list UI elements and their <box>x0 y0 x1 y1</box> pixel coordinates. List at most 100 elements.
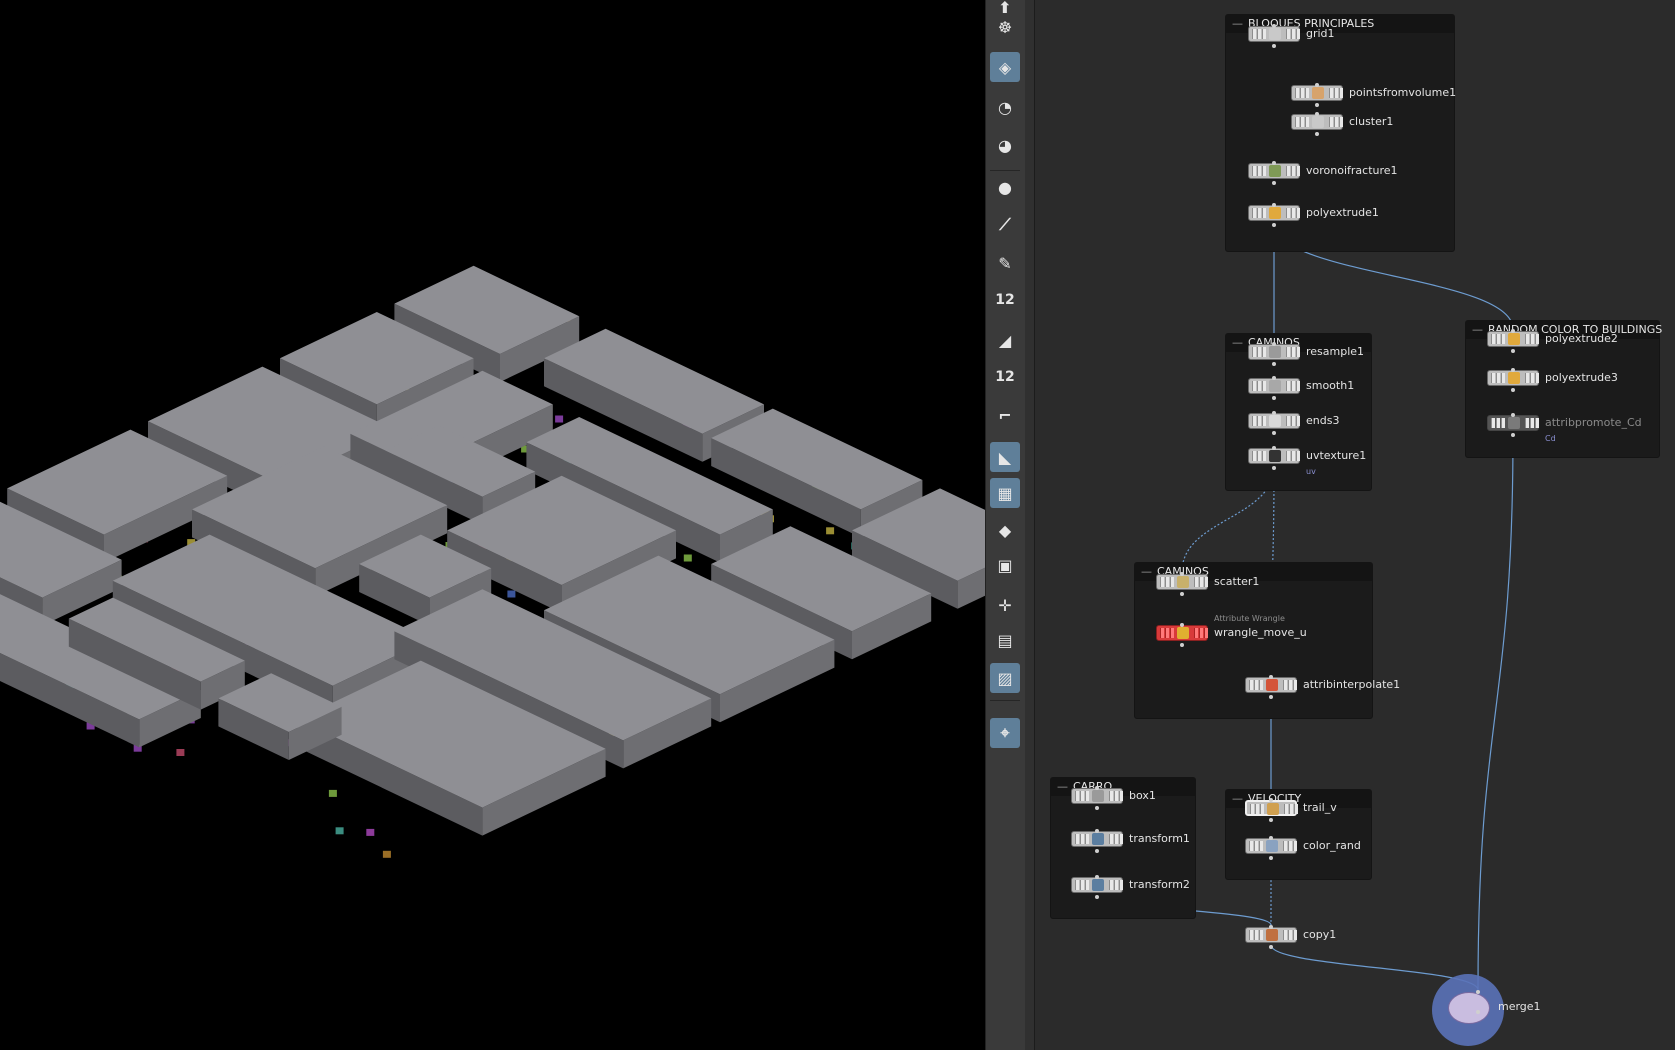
node-label: wrangle_move_u <box>1214 626 1307 639</box>
node-port[interactable] <box>1269 675 1273 679</box>
collapse-icon[interactable]: — <box>1141 565 1152 578</box>
node-port[interactable] <box>1476 1010 1480 1014</box>
prim-numbers-icon[interactable]: 12 <box>990 362 1020 392</box>
node-port[interactable] <box>1272 446 1276 450</box>
node-port[interactable] <box>1272 161 1276 165</box>
node-body <box>1248 448 1300 464</box>
collapse-icon[interactable]: — <box>1057 780 1068 793</box>
collapse-icon[interactable]: — <box>1232 336 1243 349</box>
node-port[interactable] <box>1476 990 1480 994</box>
paint-brush-icon[interactable]: ⟋ <box>990 210 1020 240</box>
node-port[interactable] <box>1269 818 1273 822</box>
node-label: polyextrude2 <box>1545 332 1618 345</box>
node-port[interactable] <box>1315 103 1319 107</box>
point-icon[interactable]: ● <box>990 172 1020 202</box>
curve-tool-icon[interactable]: ⌐ <box>990 400 1020 430</box>
wire-attrpromote-to-merge1[interactable] <box>1477 432 1514 991</box>
node-port[interactable] <box>1269 856 1273 860</box>
node-port[interactable] <box>1272 44 1276 48</box>
node-port[interactable] <box>1511 413 1515 417</box>
node-body <box>1156 574 1208 590</box>
node-port[interactable] <box>1511 349 1515 353</box>
node-port[interactable] <box>1272 396 1276 400</box>
camera-eye-icon[interactable]: ◔ <box>990 92 1020 122</box>
car-instance <box>328 789 337 797</box>
point-numbers-icon[interactable]: 12 <box>990 285 1020 315</box>
edge-tool-icon[interactable]: ◢ <box>990 325 1020 355</box>
node-port[interactable] <box>1180 592 1184 596</box>
node-port[interactable] <box>1272 411 1276 415</box>
collapse-icon[interactable]: — <box>1472 323 1483 336</box>
node-port[interactable] <box>1095 849 1099 853</box>
node-attribute-flag: uv <box>1306 467 1316 476</box>
tool-glyph: ✛ <box>998 595 1012 615</box>
node-port[interactable] <box>1095 786 1099 790</box>
node-port[interactable] <box>1269 945 1273 949</box>
node-port[interactable] <box>1269 836 1273 840</box>
node-port[interactable] <box>1272 431 1276 435</box>
node-label: resample1 <box>1306 345 1365 358</box>
node-port[interactable] <box>1269 925 1273 929</box>
node-port[interactable] <box>1272 362 1276 366</box>
node-type-icon <box>1269 207 1281 219</box>
render-view-icon[interactable]: ◕ <box>990 130 1020 160</box>
node-label: polyextrude3 <box>1545 371 1618 384</box>
pen-tool-icon[interactable]: ✎ <box>990 248 1020 278</box>
node-port[interactable] <box>1272 181 1276 185</box>
node-port[interactable] <box>1272 223 1276 227</box>
node-port[interactable] <box>1095 806 1099 810</box>
node-label: ends3 <box>1306 414 1340 427</box>
checker-view-icon[interactable]: ▦ <box>990 478 1020 508</box>
node-port[interactable] <box>1511 368 1515 372</box>
safe-area-icon[interactable]: ▤ <box>990 625 1020 655</box>
3d-viewport[interactable] <box>0 0 985 1050</box>
node-label: color_rand <box>1303 839 1361 852</box>
car-instance <box>335 827 344 835</box>
node-port[interactable] <box>1272 24 1276 28</box>
ghost-view-icon[interactable]: ◆ <box>990 515 1020 545</box>
node-port[interactable] <box>1272 342 1276 346</box>
node-port[interactable] <box>1315 132 1319 136</box>
merge-node-body <box>1448 992 1490 1024</box>
node-type-icon <box>1177 627 1189 639</box>
node-type-icon <box>1092 879 1104 891</box>
uv-grid-icon[interactable]: ▣ <box>990 550 1020 580</box>
node-port[interactable] <box>1511 433 1515 437</box>
node-body <box>1291 114 1343 130</box>
node-body <box>1245 677 1297 693</box>
node-port[interactable] <box>1095 829 1099 833</box>
node-port[interactable] <box>1269 798 1273 802</box>
node-port[interactable] <box>1180 572 1184 576</box>
node-type-icon <box>1177 576 1189 588</box>
node-port[interactable] <box>1315 83 1319 87</box>
toolbar-separator <box>990 170 1020 171</box>
network-editor[interactable]: —BLOQUES PRINCIPALES —CAMINOS —RANDOM CO… <box>1035 0 1675 1050</box>
snap-tool-icon[interactable]: ✛ <box>990 590 1020 620</box>
node-label: voronoifracture1 <box>1306 164 1398 177</box>
node-label: pointsfromvolume1 <box>1349 86 1457 99</box>
pose-tool-icon[interactable]: ☸ <box>990 12 1020 42</box>
node-body <box>1245 927 1297 943</box>
collapse-icon[interactable]: — <box>1232 17 1243 30</box>
node-port[interactable] <box>1095 895 1099 899</box>
node-port[interactable] <box>1272 203 1276 207</box>
node-port[interactable] <box>1315 112 1319 116</box>
collapse-icon[interactable]: — <box>1232 792 1243 805</box>
node-port[interactable] <box>1095 875 1099 879</box>
shaded-view-icon[interactable]: ◣ <box>990 442 1020 472</box>
node-port[interactable] <box>1180 643 1184 647</box>
node-type-icon <box>1269 450 1281 462</box>
tool-glyph: ● <box>998 177 1012 197</box>
node-port[interactable] <box>1511 388 1515 392</box>
background-image-icon[interactable]: ▨ <box>990 663 1020 693</box>
node-port[interactable] <box>1272 466 1276 470</box>
car-instance <box>366 828 375 836</box>
node-port[interactable] <box>1511 329 1515 333</box>
node-port[interactable] <box>1180 623 1184 627</box>
node-port[interactable] <box>1272 376 1276 380</box>
toolbar-separator <box>990 700 1020 701</box>
pane-splitter[interactable] <box>1025 0 1035 1050</box>
location-pin-icon[interactable]: ⌖ <box>990 718 1020 748</box>
node-port[interactable] <box>1269 695 1273 699</box>
texture-view-icon[interactable]: ◈ <box>990 52 1020 82</box>
